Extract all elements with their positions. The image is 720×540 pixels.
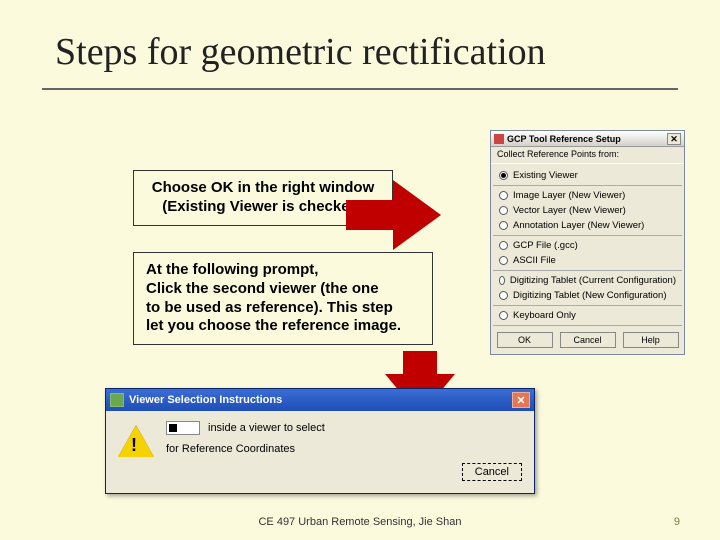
radio-icon [499, 221, 508, 230]
radio-existing-viewer[interactable]: Existing Viewer [493, 168, 682, 183]
note-line: Choose OK in the right window [146, 179, 380, 198]
gcp-button-row: OK Cancel Help [493, 328, 682, 352]
radio-icon [499, 291, 508, 300]
vs-text: inside a viewer to select for Reference … [166, 421, 522, 481]
gcp-dialog: GCP Tool Reference Setup ✕ Collect Refer… [490, 130, 685, 355]
slide-footer: CE 497 Urban Remote Sensing, Jie Shan 9 [0, 516, 720, 528]
radio-icon [499, 311, 508, 320]
separator [493, 325, 682, 326]
gcp-titlebar: GCP Tool Reference Setup ✕ [491, 131, 684, 147]
radio-icon [499, 171, 508, 180]
vs-body: ! inside a viewer to select for Referenc… [106, 411, 534, 493]
title-underline [42, 88, 678, 90]
radio-keyboard-only[interactable]: Keyboard Only [493, 308, 682, 323]
radio-ascii-file[interactable]: ASCII File [493, 253, 682, 268]
radio-image-layer[interactable]: Image Layer (New Viewer) [493, 188, 682, 203]
app-icon [110, 393, 124, 407]
help-button[interactable]: Help [623, 332, 679, 348]
radio-label: Digitizing Tablet (New Configuration) [513, 290, 666, 301]
radio-label: Existing Viewer [513, 170, 578, 181]
radio-tablet-current[interactable]: Digitizing Tablet (Current Configuration… [493, 273, 682, 288]
note-line: At the following prompt, [146, 261, 420, 280]
radio-icon [499, 206, 508, 215]
radio-label: Keyboard Only [513, 310, 576, 321]
radio-tablet-new[interactable]: Digitizing Tablet (New Configuration) [493, 288, 682, 303]
note-line: (Existing Viewer is checked) [146, 198, 380, 217]
vs-titlebar: Viewer Selection Instructions ✕ [106, 389, 534, 411]
radio-label: Digitizing Tablet (Current Configuration… [510, 275, 676, 286]
separator [493, 185, 682, 186]
app-icon [494, 134, 504, 144]
vs-line1: inside a viewer to select [208, 422, 325, 434]
radio-icon [499, 256, 508, 265]
ok-button[interactable]: OK [497, 332, 553, 348]
radio-annotation-layer[interactable]: Annotation Layer (New Viewer) [493, 218, 682, 233]
gcp-subtitle: Collect Reference Points from: [491, 147, 684, 164]
page-number: 9 [674, 516, 680, 528]
radio-vector-layer[interactable]: Vector Layer (New Viewer) [493, 203, 682, 218]
vs-title-text: Viewer Selection Instructions [129, 394, 282, 406]
separator [493, 235, 682, 236]
cancel-button[interactable]: Cancel [462, 463, 522, 481]
note-line: to be used as reference). This step [146, 299, 420, 318]
separator [493, 305, 682, 306]
radio-label: Image Layer (New Viewer) [513, 190, 625, 201]
note-line: let you choose the reference image. [146, 317, 420, 336]
gcp-title-text: GCP Tool Reference Setup [507, 134, 621, 144]
cancel-button[interactable]: Cancel [560, 332, 616, 348]
radio-label: ASCII File [513, 255, 556, 266]
cursor-preview [166, 421, 200, 435]
close-icon[interactable]: ✕ [512, 392, 530, 408]
radio-icon [499, 276, 505, 285]
radio-label: Annotation Layer (New Viewer) [513, 220, 644, 231]
arrow-right-icon [393, 180, 441, 250]
radio-icon [499, 241, 508, 250]
close-icon[interactable]: ✕ [667, 133, 681, 145]
radio-label: Vector Layer (New Viewer) [513, 205, 626, 216]
radio-gcp-file[interactable]: GCP File (.gcc) [493, 238, 682, 253]
note-line: Click the second viewer (the one [146, 280, 420, 299]
viewer-selection-dialog: Viewer Selection Instructions ✕ ! inside… [105, 388, 535, 494]
radio-label: GCP File (.gcc) [513, 240, 578, 251]
separator [493, 270, 682, 271]
footer-text: CE 497 Urban Remote Sensing, Jie Shan [0, 516, 720, 528]
warning-icon: ! [118, 425, 154, 461]
slide-title: Steps for geometric rectification [55, 30, 546, 74]
gcp-body: Existing Viewer Image Layer (New Viewer)… [491, 164, 684, 354]
radio-icon [499, 191, 508, 200]
note-box-2: At the following prompt, Click the secon… [133, 252, 433, 345]
vs-line2: for Reference Coordinates [166, 443, 522, 455]
